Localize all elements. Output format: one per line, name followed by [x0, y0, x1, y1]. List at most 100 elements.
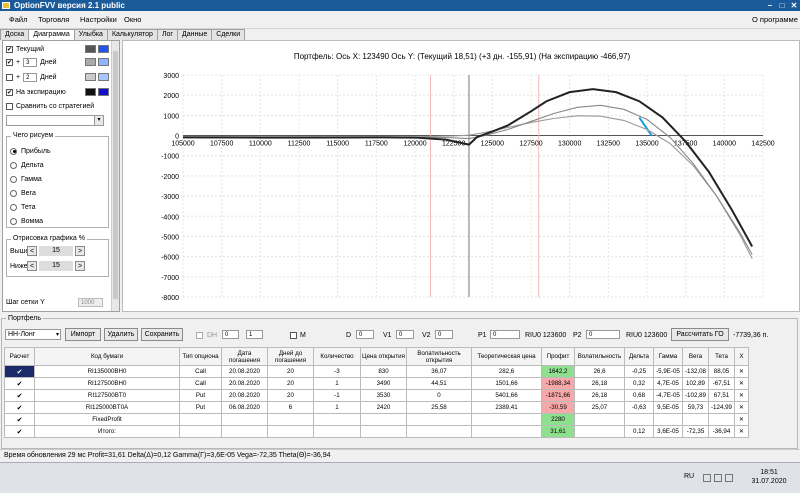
payoff-chart[interactable]: Портфель: Ось X: 123490 Ось Y: (Текущий … [122, 40, 800, 312]
column-header[interactable]: Волатильность открытия [406, 347, 472, 366]
clock[interactable]: 18:51 31.07.2020 [744, 468, 794, 486]
column-header[interactable]: Расчет [4, 347, 35, 366]
d-input[interactable]: 0 [356, 330, 374, 339]
chevron-down-icon[interactable]: ▾ [94, 116, 103, 125]
column-header[interactable]: Количество [313, 347, 361, 366]
current-color-swatch[interactable] [85, 45, 96, 53]
tab-data[interactable]: Данные [176, 29, 213, 40]
plus1-color-swatch-alt[interactable] [98, 58, 109, 66]
remove-row-icon[interactable]: ✕ [734, 401, 749, 414]
v2-input[interactable]: 0 [435, 330, 453, 339]
menu-file[interactable]: Файл [9, 15, 27, 24]
days2-input[interactable]: 2 [23, 72, 38, 82]
close-icon[interactable]: ✕ [788, 0, 800, 11]
plus-days2-checkbox[interactable] [6, 73, 13, 81]
delete-button[interactable]: Удалить [104, 328, 138, 341]
radio-profit[interactable] [10, 147, 17, 155]
table-row[interactable]: ✔ RI125000BT0A Put 06.08.2020 6 1 2420 25,58 238… [4, 401, 749, 414]
tab-board[interactable]: Доска [0, 29, 30, 40]
tray-icon[interactable] [703, 474, 711, 482]
calc-checkbox[interactable]: ✔ [4, 401, 35, 414]
plus1-color-swatch[interactable] [85, 58, 96, 66]
radio-theta[interactable] [10, 203, 17, 211]
below-decrease-button[interactable]: < [27, 261, 37, 271]
radio-delta[interactable] [10, 161, 17, 169]
volume-icon[interactable] [725, 474, 733, 482]
above-value[interactable]: 15 [39, 246, 73, 256]
portfolio-select[interactable]: НН-Лонг ▾ [5, 329, 61, 340]
left-panel-scrollbar[interactable] [111, 41, 119, 311]
p2-input[interactable]: 0 [586, 330, 620, 339]
calc-checkbox[interactable]: ✔ [4, 389, 35, 402]
calc-checkbox[interactable]: ✔ [4, 425, 35, 438]
radio-gamma[interactable] [10, 175, 17, 183]
table-row[interactable]: ✔ RI127500BH0 Call 20.08.2020 20 1 3490 44,51 15… [4, 377, 749, 390]
column-header[interactable]: Теоретическая цена [471, 347, 542, 366]
maximize-icon[interactable]: □ [776, 0, 788, 11]
network-icon[interactable] [714, 474, 722, 482]
radio-profit-row[interactable]: Прибыль [10, 146, 51, 156]
table-row[interactable]: ✔ RI135000BH0 Call 20.08.2020 20 -3 830 36,07 28… [4, 365, 749, 378]
menu-about[interactable]: О программе [752, 15, 798, 24]
expiry-color-swatch[interactable] [85, 88, 96, 96]
current-checkbox[interactable]: ✔ [6, 45, 13, 53]
column-header[interactable]: Дата погашения [221, 347, 268, 366]
calc-margin-button[interactable]: Рассчитать ГО [671, 328, 729, 341]
radio-vomma-row[interactable]: Вомма [10, 216, 43, 226]
dh-checkbox[interactable] [196, 332, 203, 339]
compare-checkbox[interactable] [6, 102, 13, 110]
chart-svg[interactable]: Портфель: Ось X: 123490 Ось Y: (Текущий … [123, 41, 800, 313]
column-header[interactable]: Волатильность [574, 347, 625, 366]
above-decrease-button[interactable]: < [27, 246, 37, 256]
v1-input[interactable]: 0 [396, 330, 414, 339]
calc-checkbox[interactable]: ✔ [4, 377, 35, 390]
column-header[interactable]: Вега [682, 347, 709, 366]
radio-delta-row[interactable]: Дельта [10, 160, 44, 170]
calc-checkbox[interactable]: ✔ [4, 413, 35, 426]
radio-theta-row[interactable]: Тета [10, 202, 36, 212]
calc-checkbox[interactable]: ✔ [4, 365, 35, 378]
tab-log[interactable]: Лог [156, 29, 178, 40]
column-header[interactable]: Код бумаги [34, 347, 180, 366]
column-header[interactable]: Дельта [624, 347, 654, 366]
save-button[interactable]: Сохранить [141, 328, 183, 341]
remove-row-icon[interactable]: ✕ [734, 365, 749, 378]
radio-vega[interactable] [10, 189, 17, 197]
column-header[interactable]: Тета [708, 347, 735, 366]
expiry-checkbox[interactable]: ✔ [6, 88, 13, 96]
expiry-color-swatch-alt[interactable] [98, 88, 109, 96]
plus-days1-checkbox[interactable]: ✔ [6, 58, 13, 66]
plus2-color-swatch[interactable] [85, 73, 96, 81]
remove-row-icon[interactable]: ✕ [734, 425, 749, 438]
radio-vomma[interactable] [10, 217, 17, 225]
column-header[interactable]: Дней до погашения [267, 347, 314, 366]
below-value[interactable]: 15 [39, 261, 73, 271]
strategy-select[interactable]: ▾ [6, 115, 104, 126]
minimize-icon[interactable]: – [764, 0, 776, 11]
above-increase-button[interactable]: > [75, 246, 85, 256]
grid-step-input[interactable]: 1000 [78, 297, 103, 307]
radio-gamma-row[interactable]: Гамма [10, 174, 42, 184]
menu-trading[interactable]: Торговля [38, 15, 69, 24]
remove-row-icon[interactable]: ✕ [734, 389, 749, 402]
plus2-color-swatch-alt[interactable] [98, 73, 109, 81]
tab-deals[interactable]: Сделки [211, 29, 246, 40]
import-button[interactable]: Импорт [65, 328, 101, 341]
menu-window[interactable]: Окно [124, 15, 141, 24]
table-row[interactable]: ✔ Итого: 31,61 0,12 3,6E-05 -72,35 -36,94 ✕ [4, 425, 749, 438]
current-color-swatch-alt[interactable] [98, 45, 109, 53]
tab-smile[interactable]: Улыбка [73, 29, 108, 40]
column-header[interactable]: Тип опциона [179, 347, 222, 366]
below-increase-button[interactable]: > [75, 261, 85, 271]
language-indicator[interactable]: RU [684, 473, 694, 480]
table-row[interactable]: ✔ FixedProfit 2280 ✕ [4, 413, 749, 426]
days1-input[interactable]: 3 [23, 57, 38, 67]
dh-spin2[interactable]: 1 [246, 330, 263, 339]
column-header[interactable]: Профит [541, 347, 575, 366]
dh-spin1[interactable]: 0 [222, 330, 239, 339]
p1-input[interactable]: 0 [490, 330, 520, 339]
scrollbar-thumb[interactable] [113, 51, 118, 299]
column-header[interactable]: Цена открытия [360, 347, 407, 366]
m-checkbox[interactable] [290, 332, 297, 339]
menu-settings[interactable]: Настройки [80, 15, 117, 24]
